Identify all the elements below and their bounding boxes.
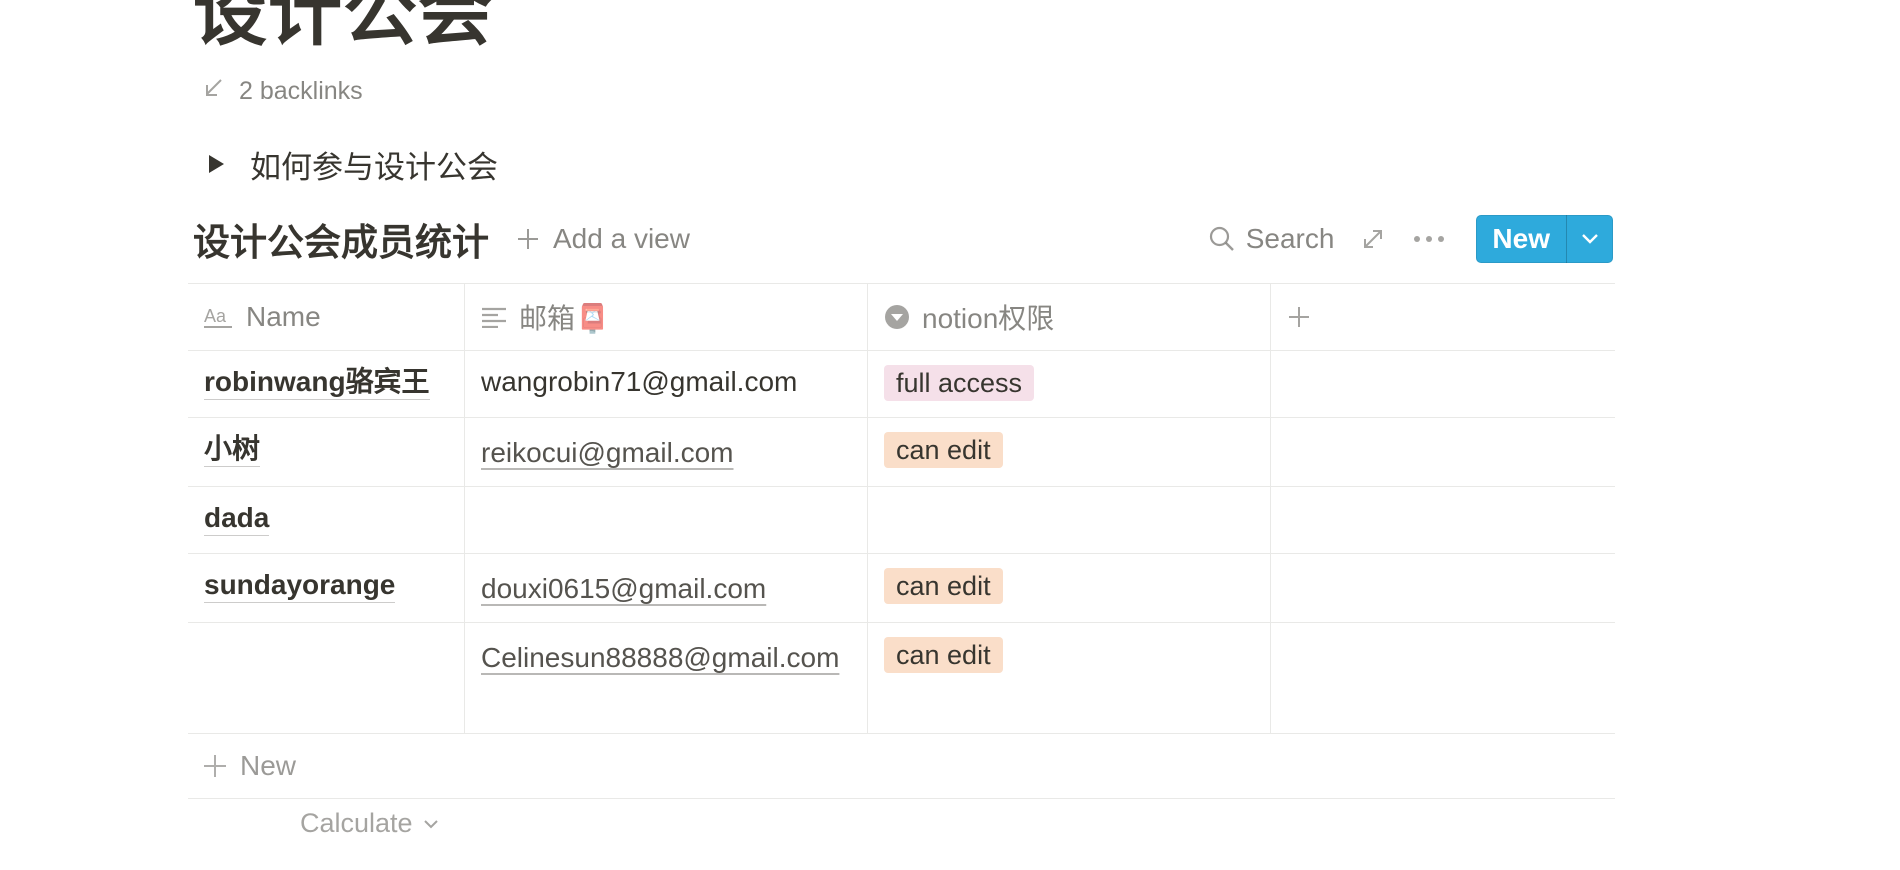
empty-cell[interactable] [1271,623,1615,733]
permission-cell[interactable]: can edit [868,623,1271,733]
permission-cell[interactable]: full access [868,351,1271,417]
database-table: Aa Name 邮箱📮 notion权限 robinwang骆宾王 wangro… [188,283,1615,799]
page: 设计公会 2 backlinks 如何参与设计公会 设计公会成员统计 Add a… [0,0,1900,870]
add-view-label: Add a view [553,223,690,254]
name-cell[interactable]: sundayorange [188,554,465,622]
more-dots-icon [1414,236,1445,242]
name-cell[interactable]: robinwang骆宾王 [188,351,465,417]
more-options-button[interactable] [1412,222,1446,256]
text-lines-icon [482,307,506,328]
svg-text:Aa: Aa [204,306,227,326]
permission-tag: can edit [884,432,1003,468]
permission-tag: full access [884,365,1035,401]
plus-icon [1289,307,1309,327]
empty-cell[interactable] [1271,418,1615,486]
name-cell[interactable]: dada [188,487,465,553]
name-cell[interactable] [188,623,465,733]
backlink-arrow-icon [203,77,225,106]
row-name[interactable]: 小树 [204,432,261,467]
expand-icon [1364,230,1383,248]
add-row-button[interactable]: New [188,734,1615,799]
text-title-icon: Aa [204,306,232,328]
permission-cell[interactable]: can edit [868,554,1271,622]
calculate-label: Calculate [300,808,413,838]
row-email[interactable]: wangrobin71@gmail.com [481,365,797,399]
chevron-down-icon [1582,234,1598,244]
page-title: 设计公会 [193,0,493,54]
permission-tag: can edit [884,568,1003,604]
name-cell[interactable]: 小树 [188,418,465,486]
table-header: Aa Name 邮箱📮 notion权限 [188,284,1615,351]
table-row[interactable]: dada [188,487,1615,554]
database-actions: Search New [1208,215,1613,263]
row-name[interactable]: dada [204,501,270,536]
toggle-triangle-icon[interactable] [209,155,224,173]
column-header-label: Name [246,301,321,332]
row-email[interactable]: reikocui@gmail.com [481,432,734,474]
new-button[interactable]: New [1476,215,1566,263]
search-button[interactable]: Search [1208,223,1335,255]
column-header-label: 邮箱📮 [519,303,610,334]
table-row[interactable]: 小树 reikocui@gmail.com can edit [188,418,1615,487]
chevron-down-icon [423,819,438,828]
plus-icon [204,755,226,777]
email-cell[interactable]: douxi0615@gmail.com [465,554,868,622]
empty-cell[interactable] [1271,554,1615,622]
add-view-button[interactable]: Add a view [515,223,690,255]
select-icon [885,305,909,329]
search-icon [1209,226,1234,251]
email-cell[interactable]: Celinesun88888@gmail.com [465,623,868,733]
column-header-label: notion权限 [922,303,1055,334]
column-header-permission[interactable]: notion权限 [868,284,1271,350]
row-name[interactable]: sundayorange [204,568,396,603]
row-email[interactable]: Celinesun88888@gmail.com [481,637,839,679]
add-property-button[interactable] [1271,284,1615,350]
column-header-email[interactable]: 邮箱📮 [465,284,868,350]
permission-cell[interactable]: can edit [868,418,1271,486]
toggle-block[interactable]: 如何参与设计公会 [205,142,498,186]
open-full-page-button[interactable] [1356,222,1390,256]
search-label: Search [1245,223,1335,254]
column-header-name[interactable]: Aa Name [188,284,465,350]
email-cell[interactable] [465,487,868,553]
toggle-label: 如何参与设计公会 [250,149,498,185]
new-dropdown-button[interactable] [1566,215,1613,263]
plus-icon [518,229,538,249]
email-cell[interactable]: reikocui@gmail.com [465,418,868,486]
add-row-label: New [240,750,297,781]
table-row[interactable]: sundayorange douxi0615@gmail.com can edi… [188,554,1615,623]
email-cell[interactable]: wangrobin71@gmail.com [465,351,868,417]
database-header: 设计公会成员统计 Add a view Search New [193,212,1613,266]
table-row[interactable]: Celinesun88888@gmail.com can edit [188,623,1615,734]
table-row[interactable]: robinwang骆宾王 wangrobin71@gmail.com full … [188,351,1615,418]
empty-cell[interactable] [1271,351,1615,417]
backlinks-link[interactable]: 2 backlinks [203,74,363,108]
empty-cell[interactable] [1271,487,1615,553]
row-name[interactable]: robinwang骆宾王 [204,365,430,400]
permission-cell[interactable] [868,487,1271,553]
calculate-button[interactable]: Calculate [300,808,439,839]
database-title[interactable]: 设计公会成员统计 [193,212,489,266]
new-button-group: New [1476,215,1613,263]
backlinks-label: 2 backlinks [239,76,363,105]
row-email[interactable]: douxi0615@gmail.com [481,568,766,610]
permission-tag: can edit [884,637,1003,673]
